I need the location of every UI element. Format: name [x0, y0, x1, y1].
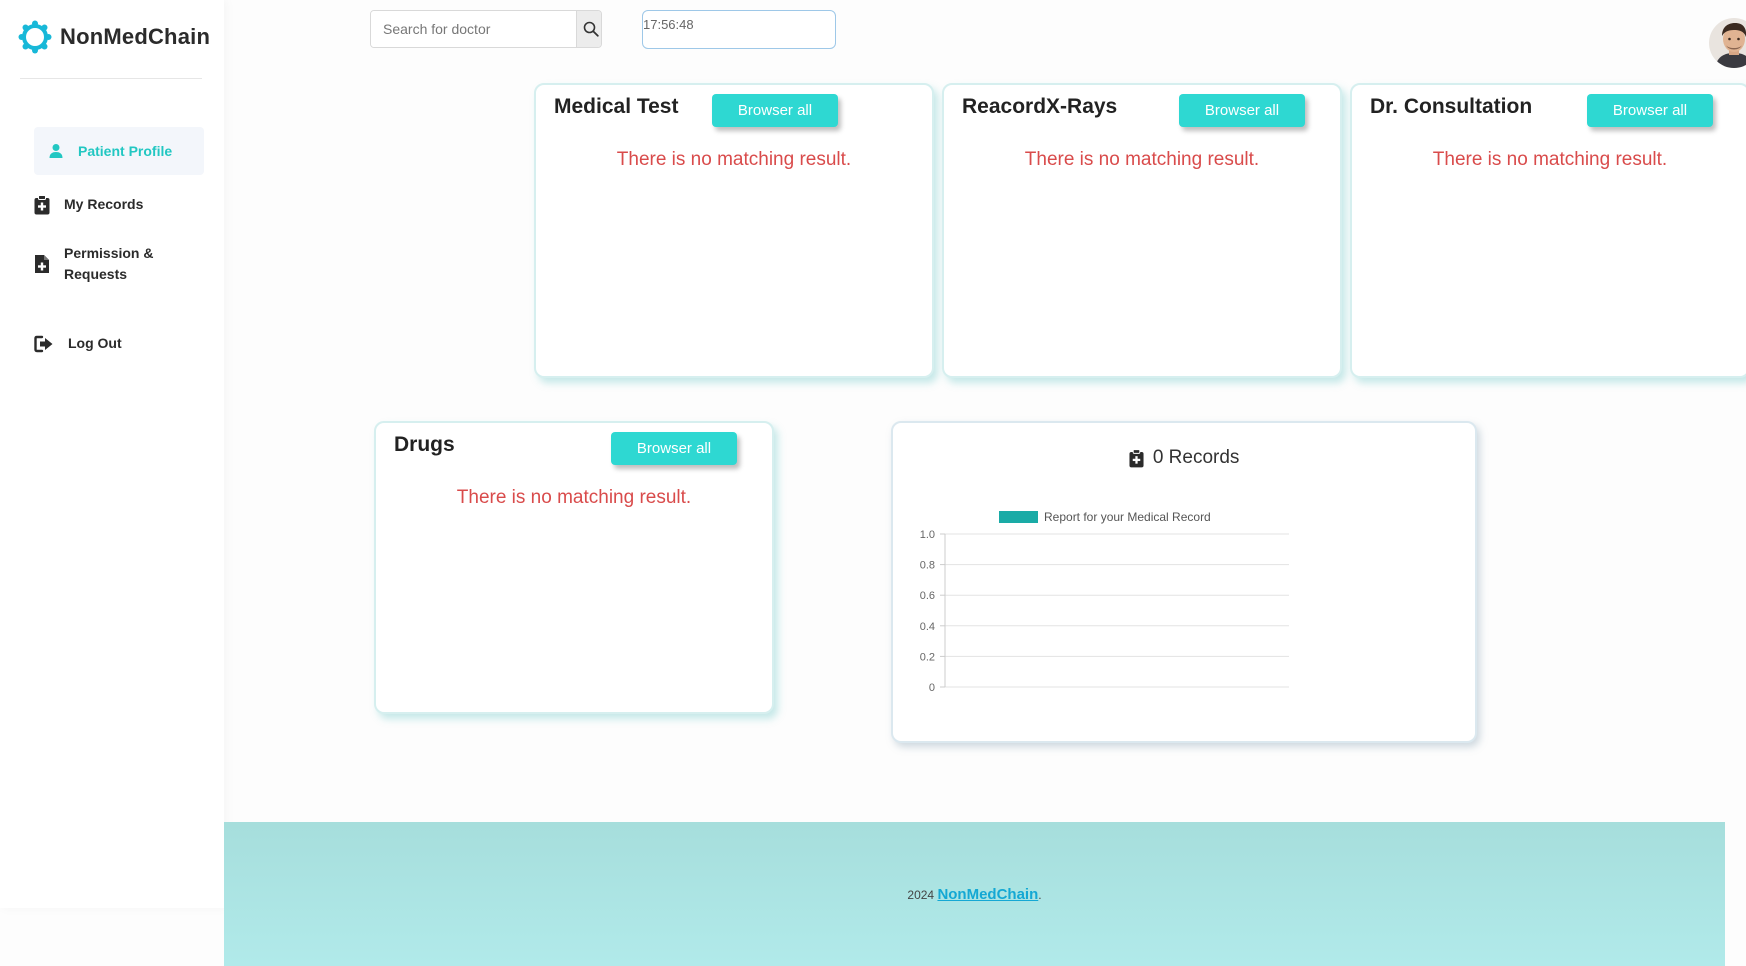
sidebar-item-label: Permission & Requests — [64, 245, 154, 282]
y-tick-label: 1.0 — [920, 529, 935, 541]
clipboard-plus-icon — [1129, 448, 1144, 467]
records-chart-card: 0 Records Report for your Medical Record… — [891, 421, 1477, 743]
sidebar-item-label: Patient Profile — [78, 142, 173, 159]
records-heading: 0 Records — [893, 447, 1475, 469]
browse-all-button[interactable]: Browser all — [611, 432, 737, 465]
sidebar: NonMedChain Patient Profile My Records P… — [0, 0, 224, 908]
browse-all-button[interactable]: Browser all — [1587, 94, 1713, 127]
browse-all-button[interactable]: Browser all — [712, 94, 838, 127]
records-chart: Report for your Medical Record 0 0.2 0.4 0.6… — [920, 510, 1289, 694]
brand-logo-icon — [18, 20, 52, 54]
avatar[interactable] — [1709, 18, 1746, 68]
y-tick-label: 0.8 — [920, 560, 935, 572]
search-group — [370, 10, 602, 48]
card-medical-test: Medical Test Browser all There is no mat… — [534, 83, 934, 378]
empty-message: There is no matching result. — [616, 149, 852, 170]
card-drugs: Drugs Browser all There is no matching r… — [374, 421, 774, 714]
card-title: Medical Test — [554, 95, 679, 118]
footer-text: 2024 NonMedChain. — [224, 886, 1725, 903]
search-input[interactable] — [371, 11, 576, 47]
y-tick-label: 0.4 — [920, 621, 935, 633]
sidebar-item-log-out[interactable]: Log Out — [34, 333, 204, 354]
empty-message: There is no matching result. — [1432, 149, 1668, 170]
user-icon — [49, 144, 63, 158]
footer: 2024 NonMedChain. — [224, 822, 1725, 966]
brand[interactable]: NonMedChain — [18, 20, 210, 54]
empty-message: There is no matching result. — [456, 487, 692, 508]
clipboard-plus-icon — [34, 194, 50, 214]
sidebar-item-label: Log Out — [68, 335, 122, 351]
y-tick-label: 0.6 — [920, 590, 935, 602]
sidebar-item-label: My Records — [64, 196, 144, 212]
card-title: Dr. Consultation — [1370, 95, 1533, 118]
y-tick-label: 0 — [929, 682, 935, 694]
legend-swatch[interactable] — [999, 511, 1038, 523]
sidebar-item-permission-requests[interactable]: Permission & Requests — [34, 243, 204, 285]
brand-divider — [20, 78, 202, 79]
footer-suffix: . — [1038, 888, 1042, 902]
footer-year: 2024 — [907, 888, 935, 902]
card-dr-consultation: Dr. Consultation Browser all There is no… — [1350, 83, 1746, 378]
user-avatar-icon — [1709, 18, 1746, 68]
sidebar-item-patient-profile[interactable]: Patient Profile — [34, 127, 204, 175]
footer-brand-link[interactable]: NonMedChain — [937, 886, 1038, 903]
card-title: Drugs — [394, 433, 455, 456]
card-xrays: ReacordX-Rays Browser all There is no ma… — [942, 83, 1342, 378]
records-count: 0 Records — [1152, 447, 1240, 468]
browse-all-button[interactable]: Browser all — [1179, 94, 1305, 127]
file-plus-icon — [35, 255, 49, 273]
card-title: ReacordX-Rays — [962, 95, 1118, 118]
clock-time: 17:56:48 — [643, 17, 694, 32]
logout-icon — [34, 335, 53, 352]
y-tick-label: 0.2 — [920, 651, 935, 663]
legend-label[interactable]: Report for your Medical Record — [1044, 510, 1211, 524]
empty-message: There is no matching result. — [1024, 149, 1260, 170]
search-button[interactable] — [576, 11, 601, 47]
sidebar-item-my-records[interactable]: My Records — [34, 194, 204, 215]
search-icon — [583, 21, 599, 37]
clock-display: 17:56:48 — [642, 10, 836, 49]
brand-name: NonMedChain — [60, 24, 211, 49]
